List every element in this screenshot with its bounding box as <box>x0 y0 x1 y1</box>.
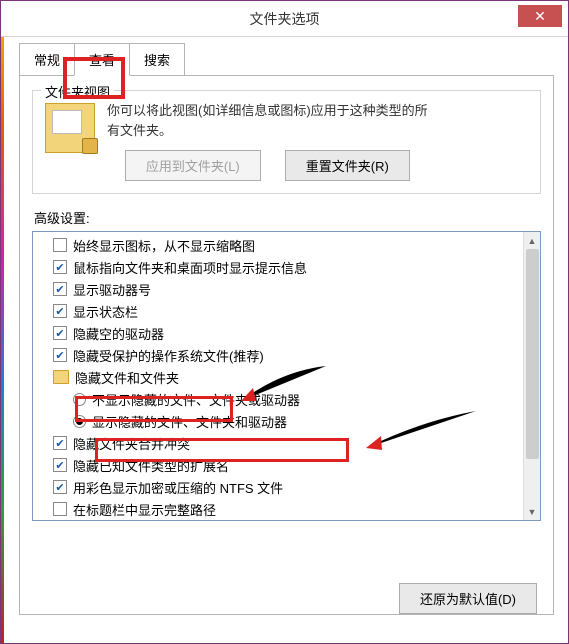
checkbox-icon[interactable] <box>53 458 67 472</box>
folder-options-window: 文件夹选项 ✕ 常规 查看 搜索 文件夹视图 你可以将此视图(如详细信息或图标)… <box>0 0 569 644</box>
checkbox-icon[interactable] <box>53 260 67 274</box>
tree-item-13[interactable]: 在单独的进程中打开文件夹窗口 <box>39 520 540 521</box>
checkbox-icon[interactable] <box>53 480 67 494</box>
reset-folders-button[interactable]: 重置文件夹(R) <box>285 150 410 181</box>
apply-to-folders-button: 应用到文件夹(L) <box>125 150 261 181</box>
tree-item-1[interactable]: 鼠标指向文件夹和桌面项时显示提示信息 <box>39 256 540 278</box>
tree-item-10[interactable]: 隐藏已知文件类型的扩展名 <box>39 454 540 476</box>
tree-item-label: 显示驱动器号 <box>73 280 151 299</box>
tree-item-label: 隐藏受保护的操作系统文件(推荐) <box>73 346 264 365</box>
checkbox-icon[interactable] <box>53 238 67 252</box>
folder-view-description: 你可以将此视图(如详细信息或图标)应用于这种类型的所 有文件夹。 应用到文件夹(… <box>107 101 428 181</box>
tree-item-12[interactable]: 在标题栏中显示完整路径 <box>39 498 540 520</box>
scroll-thumb[interactable] <box>526 249 539 459</box>
folder-icon <box>45 103 95 153</box>
tree-item-5[interactable]: 隐藏受保护的操作系统文件(推荐) <box>39 344 540 366</box>
tab-panel-view: 文件夹视图 你可以将此视图(如详细信息或图标)应用于这种类型的所 有文件夹。 应… <box>19 75 554 615</box>
tree-item-label: 隐藏文件和文件夹 <box>75 368 179 387</box>
window-title: 文件夹选项 <box>250 9 320 29</box>
left-accent-stripe <box>1 1 4 643</box>
tree-item-label: 在标题栏中显示完整路径 <box>73 500 216 519</box>
tree-item-8[interactable]: 显示隐藏的文件、文件夹和驱动器 <box>39 410 540 432</box>
radio-icon[interactable] <box>73 415 86 428</box>
folder-node-icon <box>53 370 69 384</box>
checkbox-icon[interactable] <box>53 282 67 296</box>
tab-view[interactable]: 查看 <box>74 43 130 76</box>
tab-search[interactable]: 搜索 <box>129 43 185 76</box>
scroll-down-icon[interactable]: ▼ <box>524 503 540 520</box>
tree-item-2[interactable]: 显示驱动器号 <box>39 278 540 300</box>
checkbox-icon[interactable] <box>53 502 67 516</box>
tree-item-label: 显示状态栏 <box>73 302 138 321</box>
folder-view-group: 文件夹视图 你可以将此视图(如详细信息或图标)应用于这种类型的所 有文件夹。 应… <box>32 90 541 194</box>
close-icon: ✕ <box>534 8 546 25</box>
tree-item-7[interactable]: 不显示隐藏的文件、文件夹或驱动器 <box>39 388 540 410</box>
tree-item-label: 不显示隐藏的文件、文件夹或驱动器 <box>92 390 300 409</box>
tree-item-label: 始终显示图标，从不显示缩略图 <box>73 236 255 255</box>
titlebar: 文件夹选项 ✕ <box>1 1 568 37</box>
scrollbar[interactable]: ▲ ▼ <box>523 232 540 520</box>
checkbox-icon[interactable] <box>53 304 67 318</box>
folder-view-group-title: 文件夹视图 <box>41 82 114 101</box>
advanced-settings-label: 高级设置: <box>34 208 541 227</box>
tree-item-4[interactable]: 隐藏空的驱动器 <box>39 322 540 344</box>
close-button[interactable]: ✕ <box>518 5 562 27</box>
tree-item-label: 隐藏空的驱动器 <box>73 324 164 343</box>
tree-item-label: 显示隐藏的文件、文件夹和驱动器 <box>92 412 287 431</box>
tab-strip: 常规 查看 搜索 <box>19 43 568 76</box>
tree-item-label: 隐藏已知文件类型的扩展名 <box>73 456 229 475</box>
checkbox-icon[interactable] <box>53 326 67 340</box>
restore-defaults-button[interactable]: 还原为默认值(D) <box>399 583 537 614</box>
tree-item-label: 用彩色显示加密或压缩的 NTFS 文件 <box>73 478 283 497</box>
advanced-settings-tree[interactable]: 始终显示图标，从不显示缩略图鼠标指向文件夹和桌面项时显示提示信息显示驱动器号显示… <box>32 231 541 521</box>
tree-item-9[interactable]: 隐藏文件夹合并冲突 <box>39 432 540 454</box>
tree-item-0[interactable]: 始终显示图标，从不显示缩略图 <box>39 234 540 256</box>
radio-icon[interactable] <box>73 393 86 406</box>
tree-item-3[interactable]: 显示状态栏 <box>39 300 540 322</box>
tree-item-label: 鼠标指向文件夹和桌面项时显示提示信息 <box>73 258 307 277</box>
tree-item-11[interactable]: 用彩色显示加密或压缩的 NTFS 文件 <box>39 476 540 498</box>
checkbox-icon[interactable] <box>53 436 67 450</box>
tree-item-6[interactable]: 隐藏文件和文件夹 <box>39 366 540 388</box>
scroll-up-icon[interactable]: ▲ <box>524 232 540 249</box>
checkbox-icon[interactable] <box>53 348 67 362</box>
tab-general[interactable]: 常规 <box>19 43 75 76</box>
tree-item-label: 隐藏文件夹合并冲突 <box>73 434 190 453</box>
